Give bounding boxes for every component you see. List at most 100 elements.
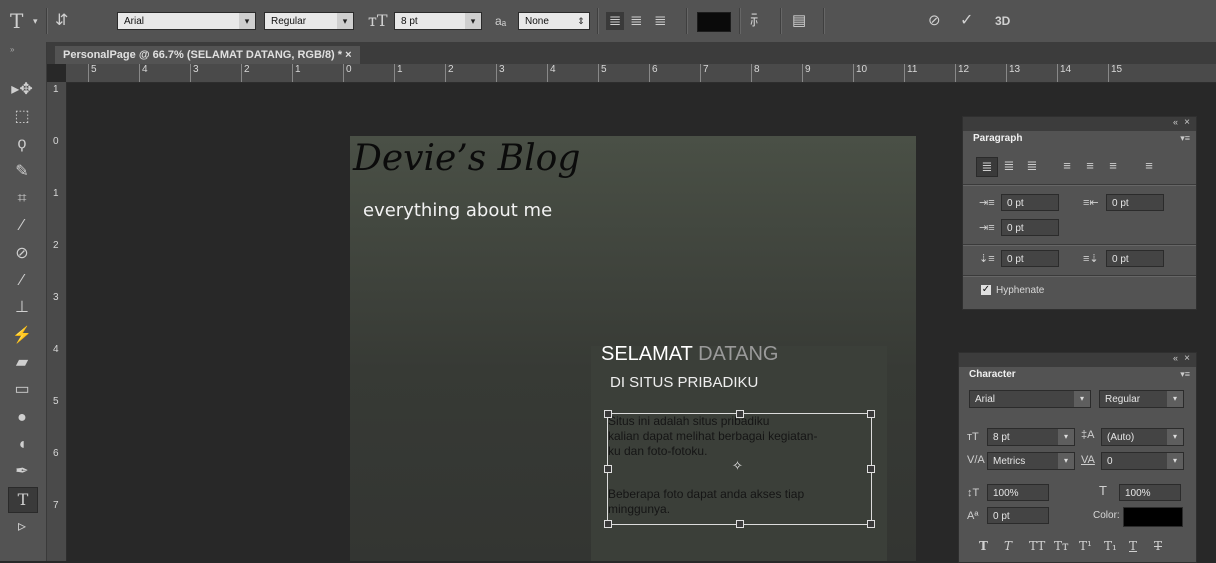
quick-selection-tool-icon[interactable]: ✎: [8, 160, 36, 184]
strikethrough-button[interactable]: T: [1154, 539, 1162, 553]
char-font-style-dropdown[interactable]: Regular ▾: [1099, 390, 1184, 408]
collapse-icon[interactable]: «: [1173, 353, 1178, 363]
path-selection-tool-icon[interactable]: ▹: [8, 515, 36, 539]
tab-paragraph[interactable]: Paragraph: [968, 131, 1028, 147]
antialias-dropdown[interactable]: None ⇕: [518, 12, 590, 30]
document-tab[interactable]: PersonalPage @ 66.7% (SELAMAT DATANG, RG…: [55, 46, 360, 64]
ruler-tick-label: 5: [53, 396, 59, 407]
tracking-dropdown[interactable]: 0 ▾: [1101, 452, 1184, 470]
ruler-tick-label: 12: [955, 64, 969, 82]
justify-last-left-icon[interactable]: ≡: [1057, 157, 1077, 175]
small-caps-button[interactable]: Tт: [1054, 539, 1069, 553]
ruler-tick-label: 1: [53, 84, 59, 95]
warp-text-icon[interactable]: ⺬: [750, 12, 765, 30]
char-font-family-dropdown[interactable]: Arial ▾: [969, 390, 1091, 408]
chevron-down-icon[interactable]: ▾: [33, 12, 38, 30]
justify-all-icon[interactable]: ≡: [1139, 157, 1159, 175]
ruler-tick-label: 0: [53, 136, 59, 147]
char-font-size-dropdown[interactable]: 8 pt ▾: [987, 428, 1075, 446]
resize-handle[interactable]: [867, 410, 875, 418]
align-left-icon[interactable]: ≣: [976, 157, 998, 177]
toggle-panels-icon[interactable]: ▤: [792, 12, 806, 30]
eraser-tool-icon[interactable]: ▰: [8, 351, 36, 375]
close-icon[interactable]: ×: [1184, 117, 1190, 128]
kerning-icon: V/A: [967, 454, 985, 466]
char-font-style-value: Regular: [1105, 394, 1141, 405]
resize-handle[interactable]: [604, 465, 612, 473]
baseline-shift-field[interactable]: 0 pt: [987, 507, 1049, 524]
horizontal-scale-field[interactable]: 100%: [1119, 484, 1181, 501]
font-size-icon: ᴛT: [368, 11, 388, 30]
marquee-tool-icon[interactable]: ⬚: [8, 105, 36, 129]
gradient-tool-icon[interactable]: ▭: [8, 378, 36, 402]
chevron-down-icon: ▾: [239, 13, 255, 29]
faux-italic-button[interactable]: T: [1004, 539, 1012, 553]
char-color-swatch[interactable]: [1123, 507, 1183, 527]
align-right-icon[interactable]: ≣: [654, 12, 667, 30]
indent-right-field[interactable]: 0 pt: [1106, 194, 1164, 211]
resize-handle[interactable]: [604, 410, 612, 418]
space-after-field[interactable]: 0 pt: [1106, 250, 1164, 267]
align-right-icon[interactable]: ≣: [1022, 157, 1042, 175]
indent-left-field[interactable]: 0 pt: [1001, 194, 1059, 211]
align-center-icon[interactable]: ≣: [999, 157, 1019, 175]
3d-button[interactable]: 3D: [995, 12, 1010, 30]
brush-tool-icon[interactable]: ⁄: [8, 269, 36, 293]
text-color-swatch[interactable]: [697, 12, 731, 32]
close-icon[interactable]: ×: [1184, 353, 1190, 364]
lasso-tool-icon[interactable]: ϙ: [8, 132, 36, 156]
history-brush-tool-icon[interactable]: ⚡: [8, 324, 36, 348]
space-before-field[interactable]: 0 pt: [1001, 250, 1059, 267]
justify-last-right-icon[interactable]: ≡: [1103, 157, 1123, 175]
resize-handle[interactable]: [736, 410, 744, 418]
font-style-dropdown[interactable]: Regular ▾: [264, 12, 354, 30]
type-tool-icon[interactable]: T: [8, 487, 38, 513]
resize-handle[interactable]: [867, 520, 875, 528]
reference-point-icon[interactable]: ✧: [732, 458, 743, 474]
text-orientation-icon[interactable]: ⇵: [55, 12, 68, 30]
all-caps-button[interactable]: TT: [1029, 539, 1045, 553]
chevron-down-icon: ▾: [1167, 429, 1183, 445]
healing-brush-tool-icon[interactable]: ⊘: [8, 242, 36, 266]
ruler-tick-label: 1: [394, 64, 403, 82]
text-bounding-box[interactable]: ✧: [604, 410, 875, 528]
resize-handle[interactable]: [867, 465, 875, 473]
subscript-button[interactable]: T₁: [1104, 539, 1117, 553]
indent-first-line-field[interactable]: 0 pt: [1001, 219, 1059, 236]
space-before-icon: ⇣≡: [979, 253, 995, 265]
baseline-shift-icon: Aª: [967, 510, 979, 522]
panel-menu-icon[interactable]: ▾≡: [1180, 369, 1190, 380]
clone-stamp-tool-icon[interactable]: ⊥: [8, 296, 36, 320]
leading-icon: ‡A: [1081, 429, 1095, 441]
cancel-icon[interactable]: ⊘: [928, 12, 941, 30]
move-tool-icon[interactable]: ▸✥: [8, 78, 36, 102]
crop-tool-icon[interactable]: ⌗: [8, 187, 36, 211]
vertical-scale-field[interactable]: 100%: [987, 484, 1049, 501]
font-family-dropdown[interactable]: Arial ▾: [117, 12, 256, 30]
align-center-icon[interactable]: ≣: [630, 12, 643, 30]
kerning-dropdown[interactable]: Metrics ▾: [987, 452, 1075, 470]
tab-character[interactable]: Character: [964, 367, 1021, 383]
blur-tool-icon[interactable]: ●: [8, 406, 36, 430]
type-tool-preset-icon[interactable]: T: [10, 11, 23, 31]
dodge-tool-icon[interactable]: ◖: [8, 433, 36, 457]
eyedropper-tool-icon[interactable]: ⁄: [8, 214, 36, 238]
font-size-dropdown[interactable]: 8 pt ▾: [394, 12, 482, 30]
underline-button[interactable]: T: [1129, 539, 1137, 553]
expand-icon[interactable]: »: [10, 45, 14, 54]
align-left-icon[interactable]: ≣: [606, 12, 624, 30]
resize-handle[interactable]: [736, 520, 744, 528]
hyphenate-checkbox[interactable]: ✓: [981, 285, 991, 295]
ruler-tick-label: 2: [53, 240, 59, 251]
commit-icon[interactable]: ✓: [960, 12, 973, 30]
leading-dropdown[interactable]: (Auto) ▾: [1101, 428, 1184, 446]
superscript-button[interactable]: T¹: [1079, 539, 1092, 553]
indent-first-line-icon: ⇥≡: [979, 222, 995, 234]
pen-tool-icon[interactable]: ✒: [8, 460, 36, 484]
faux-bold-button[interactable]: T: [979, 539, 988, 553]
collapse-icon[interactable]: «: [1173, 117, 1178, 127]
indent-right-icon: ≡⇤: [1083, 197, 1099, 209]
justify-last-center-icon[interactable]: ≡: [1080, 157, 1100, 175]
panel-menu-icon[interactable]: ▾≡: [1180, 133, 1190, 144]
resize-handle[interactable]: [604, 520, 612, 528]
